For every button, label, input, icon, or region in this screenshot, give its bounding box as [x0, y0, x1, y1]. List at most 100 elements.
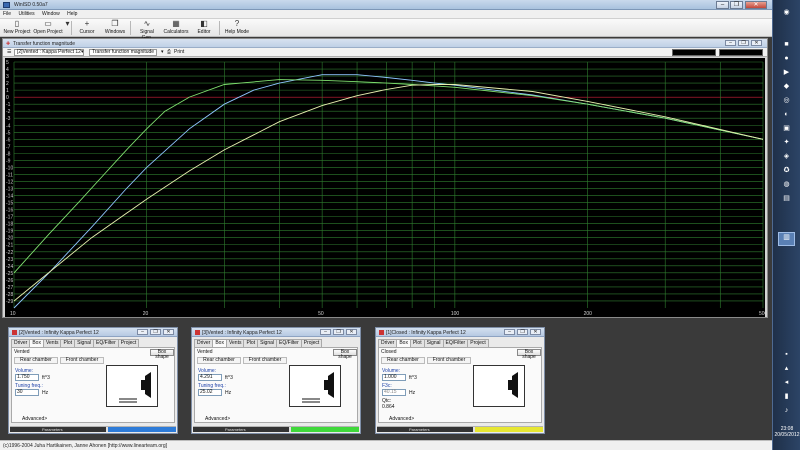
- box-shape-button[interactable]: Box shape: [333, 349, 357, 360]
- app-icon[interactable]: ◍: [781, 180, 792, 189]
- panel-close-button[interactable]: ✕: [530, 329, 541, 335]
- app-icon[interactable]: ✦: [781, 138, 792, 147]
- tab-signal[interactable]: Signal: [74, 339, 95, 347]
- tuning-freq-input[interactable]: 30: [15, 389, 39, 396]
- graph-maximize-button[interactable]: ❐: [738, 40, 749, 46]
- graph-type-select[interactable]: Transfer function magnitude: [89, 49, 158, 56]
- rear-chamber-tab[interactable]: Rear chamber: [14, 357, 58, 364]
- winisd-task-icon[interactable]: ▥: [778, 232, 795, 246]
- box-shape-button[interactable]: Box shape: [517, 349, 541, 360]
- project-select[interactable]: [2]Vented : Kappa Perfect 12: [14, 49, 84, 56]
- open-project-dropdown[interactable]: ▾: [63, 20, 69, 36]
- help-mode-button[interactable]: ? Help Mode: [224, 20, 250, 36]
- advanced-button[interactable]: Advanced>: [389, 416, 414, 422]
- tab-signal[interactable]: Signal: [423, 339, 444, 347]
- app-icon[interactable]: ▣: [781, 124, 792, 133]
- tab-vents[interactable]: Vents: [225, 339, 245, 347]
- tray-icon[interactable]: ▪: [781, 350, 792, 359]
- tab-project[interactable]: Project: [117, 339, 140, 347]
- tuning-freq-input[interactable]: 25.02: [198, 389, 222, 396]
- speaker-icon: ◧: [200, 19, 208, 28]
- app-icon[interactable]: ◆: [781, 82, 792, 91]
- menu-utilities[interactable]: Utilities: [15, 10, 37, 18]
- advanced-button[interactable]: Advanced>: [205, 416, 230, 422]
- clock[interactable]: 23:08 20/05/2012: [774, 426, 800, 438]
- menu-file[interactable]: File: [0, 10, 14, 18]
- app-icon[interactable]: ✪: [781, 166, 792, 175]
- panel-maximize-button[interactable]: ❐: [517, 329, 528, 335]
- panel-close-button[interactable]: ✕: [346, 329, 357, 335]
- panel-close-button[interactable]: ✕: [163, 329, 174, 335]
- close-button[interactable]: ✕: [745, 1, 767, 9]
- y-tick-label: -22: [6, 250, 13, 256]
- tab-plot[interactable]: Plot: [409, 339, 425, 347]
- y-tick-label: -27: [6, 285, 13, 291]
- chevron-down-icon[interactable]: ▾: [81, 49, 84, 55]
- start-icon[interactable]: ◉: [781, 8, 792, 17]
- panel-minimize-button[interactable]: –: [320, 329, 331, 335]
- tab-driver[interactable]: Driver: [11, 339, 31, 347]
- calculators-button[interactable]: ▦ Calculators: [162, 20, 190, 36]
- panel-maximize-button[interactable]: ❐: [150, 329, 161, 335]
- front-chamber-tab[interactable]: Front chamber: [243, 357, 287, 364]
- transfer-function-plot[interactable]: 5 4 3 2 1 0 -1 -2 -3 -4 -5 -6 -7 -8 -9 -10 -11 -12 -13 -14-…: [5, 58, 765, 317]
- tab-project[interactable]: Project: [300, 339, 323, 347]
- tab-eq-filter[interactable]: EQ/Filter: [442, 339, 469, 347]
- app-icon[interactable]: ▤: [781, 194, 792, 203]
- front-chamber-tab[interactable]: Front chamber: [60, 357, 104, 364]
- app-icon[interactable]: ◈: [781, 152, 792, 161]
- cursor-button[interactable]: + Cursor: [75, 20, 99, 36]
- chevron-down-icon[interactable]: ▾: [161, 49, 164, 55]
- volume-input[interactable]: 4.291: [198, 374, 222, 381]
- front-chamber-tab[interactable]: Front chamber: [427, 357, 471, 364]
- network-icon[interactable]: ▮: [781, 392, 792, 401]
- maximize-button[interactable]: ❐: [730, 1, 743, 9]
- rear-chamber-tab[interactable]: Rear chamber: [381, 357, 425, 364]
- minimize-button[interactable]: –: [716, 1, 729, 9]
- tab-project[interactable]: Project: [467, 339, 489, 347]
- panel-maximize-button[interactable]: ❐: [333, 329, 344, 335]
- app-icon[interactable]: ◐: [781, 110, 792, 119]
- panel-minimize-button[interactable]: –: [137, 329, 148, 335]
- browser-icon[interactable]: ●: [781, 54, 792, 63]
- fc-input[interactable]: 40.15: [382, 389, 406, 396]
- media-icon[interactable]: ▶: [781, 68, 792, 77]
- editor-button[interactable]: ◧ Editor: [194, 20, 214, 36]
- y-tick-label: -5: [6, 130, 11, 136]
- tab-eq-filter[interactable]: EQ/Filter: [276, 339, 302, 347]
- volume-input[interactable]: 1.000: [382, 374, 406, 381]
- tab-box[interactable]: Box: [29, 339, 44, 347]
- panel-titlebar: [1]Closed : Infinity Kappa Perfect 12 – ❐ ✕: [376, 328, 544, 337]
- tab-driver[interactable]: Driver: [194, 339, 214, 347]
- tab-box[interactable]: Box: [396, 339, 411, 347]
- tray-icon[interactable]: ◂: [781, 378, 792, 387]
- y-tick-label: -25: [6, 271, 13, 277]
- tab-box[interactable]: Box: [212, 339, 227, 347]
- tab-plot[interactable]: Plot: [243, 339, 259, 347]
- advanced-button[interactable]: Advanced>: [22, 416, 47, 422]
- menu-help[interactable]: Help: [64, 10, 80, 18]
- tab-signal[interactable]: Signal: [257, 339, 278, 347]
- volume-input[interactable]: 1.750: [15, 374, 39, 381]
- app-icon[interactable]: ◎: [781, 96, 792, 105]
- windows-button[interactable]: ❐ Windows: [103, 20, 127, 36]
- graph-minimize-button[interactable]: –: [725, 40, 736, 46]
- tab-plot[interactable]: Plot: [60, 339, 76, 347]
- rear-chamber-tab[interactable]: Rear chamber: [197, 357, 241, 364]
- menu-window[interactable]: Window: [39, 10, 63, 18]
- box-type-label: Closed: [381, 349, 397, 355]
- print-button[interactable]: Print: [174, 49, 184, 55]
- open-project-button[interactable]: ▭ Open Project: [33, 20, 63, 36]
- graph-close-button[interactable]: ✕: [751, 40, 762, 46]
- signal-gen-button[interactable]: ∿ Signal Gen.: [134, 20, 160, 42]
- x-tick-label: 200: [584, 311, 593, 317]
- tab-eq-filter[interactable]: EQ/Filter: [93, 339, 119, 347]
- tab-vents[interactable]: Vents: [42, 339, 62, 347]
- explorer-icon[interactable]: ■: [781, 40, 792, 49]
- tab-driver[interactable]: Driver: [378, 339, 398, 347]
- panel-minimize-button[interactable]: –: [504, 329, 515, 335]
- tray-icon[interactable]: ▴: [781, 364, 792, 373]
- volume-icon[interactable]: ♪: [781, 406, 792, 415]
- box-shape-button[interactable]: Box shape: [150, 349, 174, 360]
- new-project-button[interactable]: ▯ New Project: [3, 20, 31, 36]
